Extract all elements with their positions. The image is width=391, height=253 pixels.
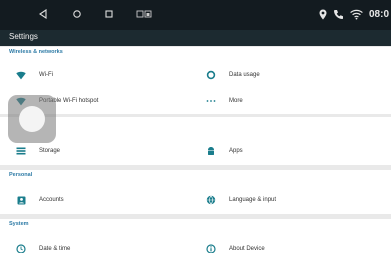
clock-icon: [16, 244, 26, 253]
section-header-system: System: [0, 219, 391, 231]
setting-label: Storage: [39, 148, 61, 154]
section-title: System: [9, 221, 29, 227]
android-icon: [206, 146, 216, 156]
status-bar: 08:0: [0, 0, 391, 30]
recents-icon[interactable]: [102, 7, 116, 21]
section-header-personal: Personal: [0, 170, 391, 182]
system-card: Date & time About Device: [0, 231, 391, 253]
settings-row: Date & time About Device: [0, 237, 391, 253]
setting-data-usage[interactable]: Data usage: [206, 63, 260, 87]
touch-indicator: [8, 95, 56, 143]
info-icon: [206, 244, 216, 253]
phone-icon: [332, 7, 344, 21]
settings-row: Accounts Language & input: [0, 188, 391, 212]
app-bar: Settings: [0, 30, 391, 46]
page-title: Settings: [9, 32, 38, 41]
globe-icon: [206, 195, 216, 205]
setting-label: Date & time: [39, 246, 71, 252]
setting-wifi[interactable]: Wi-Fi: [16, 63, 53, 87]
setting-label: Apps: [229, 148, 243, 154]
setting-about-device[interactable]: About Device: [206, 237, 265, 253]
section-title: Wireless & networks: [9, 49, 63, 55]
touch-point: [19, 106, 45, 132]
setting-more[interactable]: More: [206, 89, 243, 113]
settings-row: Storage Apps: [0, 139, 391, 163]
setting-apps[interactable]: Apps: [206, 139, 243, 163]
more-icon: [206, 96, 216, 106]
setting-language-input[interactable]: Language & input: [206, 188, 276, 212]
setting-accounts[interactable]: Accounts: [16, 188, 64, 212]
home-icon[interactable]: [70, 7, 84, 21]
setting-label: More: [229, 98, 243, 104]
personal-card: Accounts Language & input: [0, 182, 391, 214]
setting-date-time[interactable]: Date & time: [16, 237, 70, 253]
setting-label: About Device: [229, 246, 265, 252]
clock: 08:0: [368, 9, 389, 20]
storage-icon: [16, 146, 26, 156]
settings-row: Portable Wi-Fi hotspot More: [0, 89, 391, 113]
accounts-icon: [16, 195, 26, 205]
wifi-icon: [16, 70, 26, 80]
location-icon: [318, 7, 328, 21]
wireless-card: Wi-Fi Data usage Portable Wi-Fi hotspot …: [0, 59, 391, 114]
section-header-wireless: Wireless & networks: [0, 47, 391, 59]
settings-row: Wi-Fi Data usage: [0, 63, 391, 87]
setting-label: Accounts: [39, 197, 64, 203]
setting-label: Wi-Fi: [39, 72, 53, 78]
device-card: Storage Apps: [0, 117, 391, 165]
section-title: Personal: [9, 172, 33, 178]
setting-label: Data usage: [229, 72, 260, 78]
setting-label: Language & input: [229, 197, 277, 203]
data-usage-icon: [206, 70, 216, 80]
wifi-icon: [349, 7, 363, 21]
screenshot-icon[interactable]: [135, 7, 153, 21]
back-icon[interactable]: [36, 7, 50, 21]
